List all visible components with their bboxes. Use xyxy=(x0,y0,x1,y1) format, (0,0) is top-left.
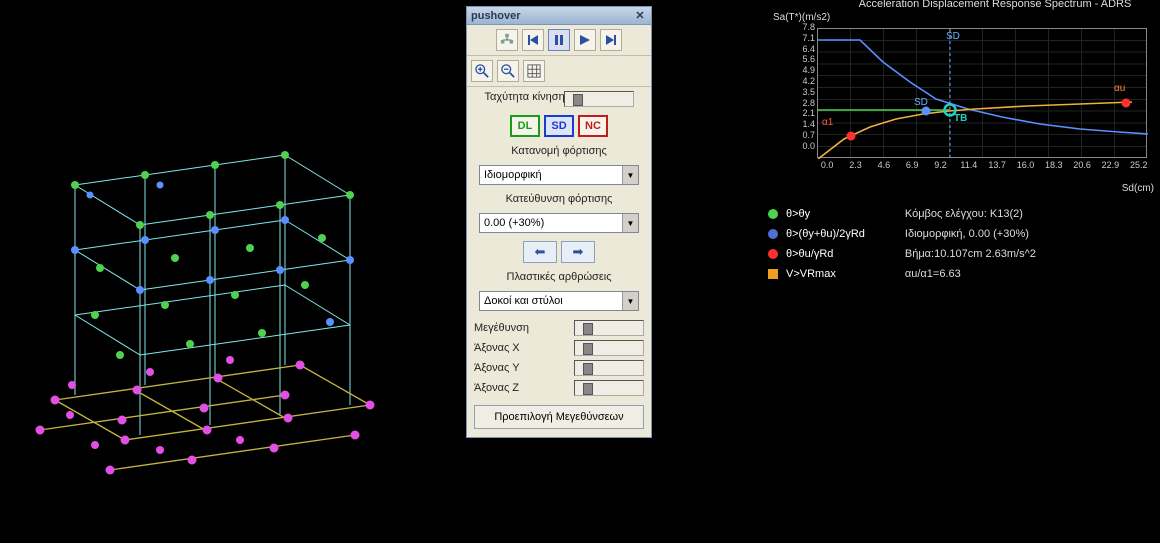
phase-sd-button[interactable]: SD xyxy=(544,115,574,137)
phase-dl-button[interactable]: DL xyxy=(510,115,540,137)
legend-dot-icon xyxy=(768,209,778,219)
axis-z-label: Άξονας Z xyxy=(474,382,519,394)
chevron-down-icon: ▼ xyxy=(622,166,638,184)
chevron-down-icon: ▼ xyxy=(622,214,638,232)
last-button[interactable] xyxy=(600,29,622,51)
axis-y-label: Άξονας Y xyxy=(474,362,520,374)
axis-x-label: Άξονας X xyxy=(474,342,520,354)
speed-slider[interactable] xyxy=(564,91,634,107)
load-dir-value: 0.00 (+30%) xyxy=(484,217,544,229)
chart-plot-area: SD SD TB α1 αu xyxy=(817,28,1147,158)
legend-item: θ>θy xyxy=(768,208,865,220)
grid-icon[interactable] xyxy=(523,60,545,82)
zoom-slider[interactable] xyxy=(574,320,644,336)
load-dist-value: Ιδιομορφική xyxy=(484,169,542,181)
zoom-in-icon[interactable] xyxy=(471,60,493,82)
zoom-out-icon[interactable] xyxy=(497,60,519,82)
y-ticks: 7.87.16.4 5.64.94.2 3.52.82.1 1.40.70.0 xyxy=(793,22,815,152)
axis-z-slider[interactable] xyxy=(574,380,644,396)
chart-title: Acceleration Displacement Response Spect… xyxy=(825,0,1160,10)
axis-x-slider[interactable] xyxy=(574,340,644,356)
legend-item: V>VRmax xyxy=(768,268,865,280)
panel-title: pushover xyxy=(471,10,521,22)
pause-button[interactable] xyxy=(548,29,570,51)
svg-text:αu: αu xyxy=(1114,83,1125,94)
load-dir-select[interactable]: 0.00 (+30%) ▼ xyxy=(479,213,639,233)
nav-right-button[interactable]: ➡ xyxy=(561,241,595,263)
play-button[interactable] xyxy=(574,29,596,51)
panel-titlebar[interactable]: pushover ✕ xyxy=(467,7,651,25)
legend-dot-icon xyxy=(768,249,778,259)
nav-left-button[interactable]: ⬅ xyxy=(523,241,557,263)
legend-square-icon xyxy=(768,269,778,279)
first-button[interactable] xyxy=(522,29,544,51)
close-icon[interactable]: ✕ xyxy=(633,9,647,23)
svg-text:α1: α1 xyxy=(822,117,834,128)
preselect-button[interactable]: Προεπιλογή Μεγεθύνσεων xyxy=(474,405,644,429)
speed-label: Ταχύτητα κίνησης xyxy=(485,91,560,107)
legend-column: θ>θy θ>(θy+θu)/2γRd θ>θu/γRd V>VRmax xyxy=(768,208,865,280)
hierarchy-icon[interactable] xyxy=(496,29,518,51)
svg-text:SD: SD xyxy=(946,31,960,42)
legend-item: θ>(θy+θu)/2γRd xyxy=(768,228,865,240)
chevron-down-icon: ▼ xyxy=(622,292,638,310)
structural-model-icon xyxy=(0,0,460,540)
load-dir-label: Κατεύθυνση φόρτισης xyxy=(471,193,647,205)
zoom-label: Μεγέθυνση xyxy=(474,322,529,334)
legend-block: θ>θy θ>(θy+θu)/2γRd θ>θu/γRd V>VRmax Κόμ… xyxy=(768,208,1036,280)
info-ratio: αu/α1=6.63 xyxy=(905,268,1036,280)
chart-svg: SD SD TB α1 αu xyxy=(818,29,1148,159)
hinges-label: Πλαστικές αρθρώσεις xyxy=(471,271,647,283)
legend-dot-icon xyxy=(768,229,778,239)
info-control-node: Κόμβος ελέγχου: K13(2) xyxy=(905,208,1036,220)
hinges-select[interactable]: Δοκοί και στύλοι ▼ xyxy=(479,291,639,311)
info-step: Βήμα:10.107cm 2.63m/s^2 xyxy=(905,248,1036,260)
info-mode: Ιδιομορφική, 0.00 (+30%) xyxy=(905,228,1036,240)
x-ticks: 0.02.34.6 6.99.211.4 13.716.018.3 20.622… xyxy=(813,160,1153,170)
info-column: Κόμβος ελέγχου: K13(2) Ιδιομορφική, 0.00… xyxy=(905,208,1036,280)
adrs-chart: Acceleration Displacement Response Spect… xyxy=(765,0,1160,200)
load-dist-label: Κατανομή φόρτισης xyxy=(471,145,647,157)
x-axis-label: Sd(cm) xyxy=(1122,183,1154,194)
axis-y-slider[interactable] xyxy=(574,360,644,376)
hinges-value: Δοκοί και στύλοι xyxy=(484,295,563,307)
svg-text:TB: TB xyxy=(954,113,967,124)
load-dist-select[interactable]: Ιδιομορφική ▼ xyxy=(479,165,639,185)
legend-item: θ>θu/γRd xyxy=(768,248,865,260)
phase-nc-button[interactable]: NC xyxy=(578,115,608,137)
pushover-panel: pushover ✕ Ταχύτητα κίνησης xyxy=(466,6,652,438)
viewport-3d[interactable] xyxy=(0,0,460,540)
svg-text:SD: SD xyxy=(914,97,928,108)
